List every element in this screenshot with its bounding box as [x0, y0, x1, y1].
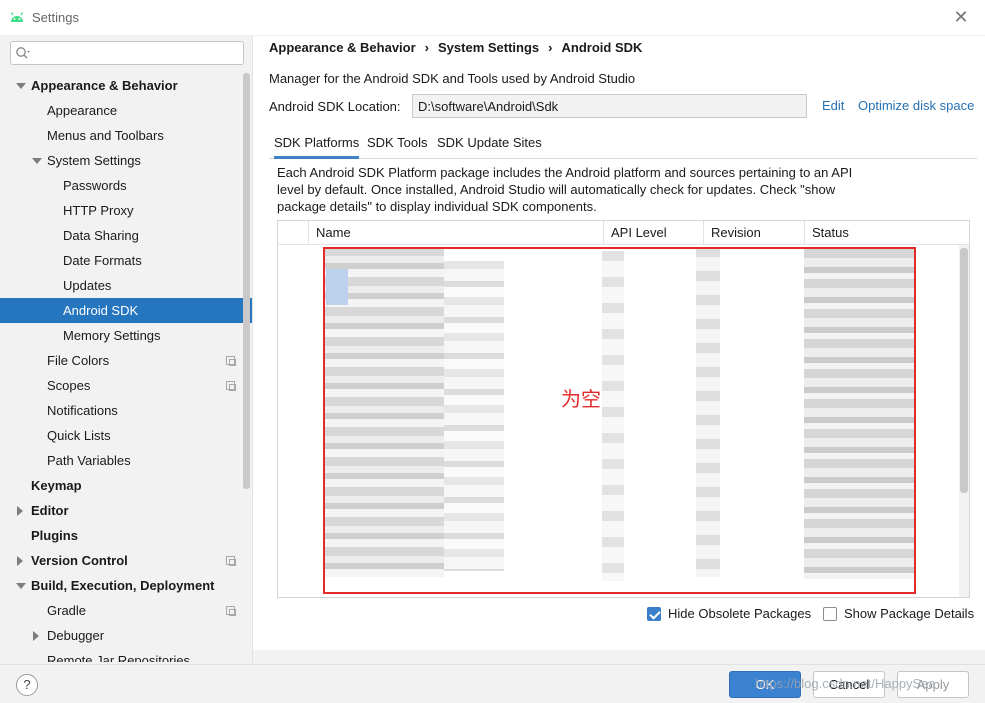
window-title: Settings	[32, 10, 79, 25]
breadcrumb-item: Android SDK	[561, 40, 643, 55]
sidebar-item-date-formats[interactable]: Date Formats	[63, 248, 142, 273]
horizontal-scrollbar[interactable]	[253, 650, 985, 664]
breadcrumb-item: Appearance & Behavior	[269, 40, 416, 55]
show-package-details-checkbox[interactable]: Show Package Details	[823, 606, 974, 622]
chevron-right-icon	[33, 631, 39, 641]
optimize-disk-space-link[interactable]: Optimize disk space	[858, 98, 974, 113]
android-icon	[10, 12, 24, 22]
search-input[interactable]	[35, 44, 235, 62]
title-bar: Settings ✕	[0, 0, 985, 36]
page-description: Manager for the Android SDK and Tools us…	[269, 71, 636, 86]
sidebar-item-path-variables[interactable]: Path Variables	[47, 448, 131, 473]
sidebar-item-keymap[interactable]: Keymap	[31, 473, 82, 498]
column-header-revision[interactable]: Revision	[703, 221, 804, 245]
sidebar-item-menus-toolbars[interactable]: Menus and Toolbars	[47, 123, 164, 148]
search-icon	[16, 47, 30, 59]
sidebar-item-appearance[interactable]: Appearance	[47, 98, 117, 123]
checkbox-unchecked-icon[interactable]	[823, 607, 837, 621]
sidebar-item-android-sdk[interactable]: Android SDK	[0, 298, 252, 323]
edit-link[interactable]: Edit	[822, 98, 844, 113]
tab-sdk-update-sites[interactable]: SDK Update Sites	[437, 134, 542, 159]
project-scope-icon	[226, 356, 236, 366]
chevron-down-icon	[16, 83, 26, 89]
watermark: https://blog.csdn.net/HappySea	[755, 676, 936, 691]
breadcrumb: Appearance & Behavior › System Settings › An…	[269, 40, 642, 55]
sidebar-item-notifications[interactable]: Notifications	[47, 398, 118, 423]
project-scope-icon	[226, 381, 236, 391]
sdk-platform-info: Each Android SDK Platform package includ…	[277, 165, 853, 214]
hide-obsolete-checkbox[interactable]: Hide Obsolete Packages	[647, 606, 811, 622]
help-button[interactable]: ?	[16, 674, 38, 696]
sidebar-item-http-proxy[interactable]: HTTP Proxy	[63, 198, 134, 223]
chevron-down-icon	[16, 583, 26, 589]
sidebar-item-data-sharing[interactable]: Data Sharing	[63, 223, 139, 248]
sdk-location-field[interactable]	[412, 94, 807, 118]
table-scrollbar-thumb[interactable]	[960, 248, 968, 493]
sidebar-item-remote-jar-repositories[interactable]: Remote Jar Repositories	[47, 648, 190, 662]
sidebar-item-debugger[interactable]: Debugger	[0, 623, 252, 648]
close-icon[interactable]: ✕	[952, 8, 970, 26]
sidebar-item-appearance-behavior[interactable]: Appearance & Behavior	[0, 73, 252, 98]
column-header-name[interactable]: Name	[308, 221, 603, 245]
column-header-api-level[interactable]: API Level	[603, 221, 703, 245]
breadcrumb-separator-icon: ›	[548, 40, 553, 55]
column-header-status[interactable]: Status	[804, 221, 959, 245]
annotation-red-box	[323, 247, 916, 594]
sidebar-item-gradle[interactable]: Gradle	[0, 598, 252, 623]
annotation-empty-note: 为空	[561, 389, 601, 411]
tab-sdk-platforms[interactable]: SDK Platforms	[274, 134, 360, 159]
sidebar-item-updates[interactable]: Updates	[63, 273, 111, 298]
chevron-down-icon	[32, 158, 42, 164]
sidebar-item-memory-settings[interactable]: Memory Settings	[63, 323, 161, 348]
sidebar-item-file-colors[interactable]: File Colors	[0, 348, 252, 373]
sdk-location-label: Android SDK Location:	[269, 99, 401, 114]
tab-sdk-tools[interactable]: SDK Tools	[367, 134, 427, 159]
sidebar-item-scopes[interactable]: Scopes	[0, 373, 252, 398]
table-scrollbar[interactable]	[959, 245, 969, 597]
checkbox-checked-icon[interactable]	[647, 607, 661, 621]
sidebar: Appearance & Behavior Appearance Menus a…	[0, 36, 253, 664]
breadcrumb-separator-icon: ›	[424, 40, 430, 55]
sidebar-item-editor[interactable]: Editor	[0, 498, 252, 523]
table-header: Name API Level Revision Status	[278, 221, 969, 245]
breadcrumb-item: System Settings	[438, 40, 540, 55]
sidebar-scrollbar[interactable]	[243, 73, 250, 489]
sidebar-item-passwords[interactable]: Passwords	[63, 173, 127, 198]
sidebar-item-build-execution-deployment[interactable]: Build, Execution, Deployment	[0, 573, 252, 598]
project-scope-icon	[226, 556, 236, 566]
sidebar-item-system-settings[interactable]: System Settings	[0, 148, 252, 173]
search-field[interactable]	[10, 41, 244, 65]
chevron-right-icon	[17, 556, 23, 566]
sidebar-item-quick-lists[interactable]: Quick Lists	[47, 423, 111, 448]
sidebar-item-version-control[interactable]: Version Control	[0, 548, 252, 573]
sdk-tabs: SDK Platforms SDK Tools SDK Update Sites	[269, 132, 977, 159]
chevron-right-icon	[17, 506, 23, 516]
project-scope-icon	[226, 606, 236, 616]
sidebar-item-plugins[interactable]: Plugins	[31, 523, 78, 548]
